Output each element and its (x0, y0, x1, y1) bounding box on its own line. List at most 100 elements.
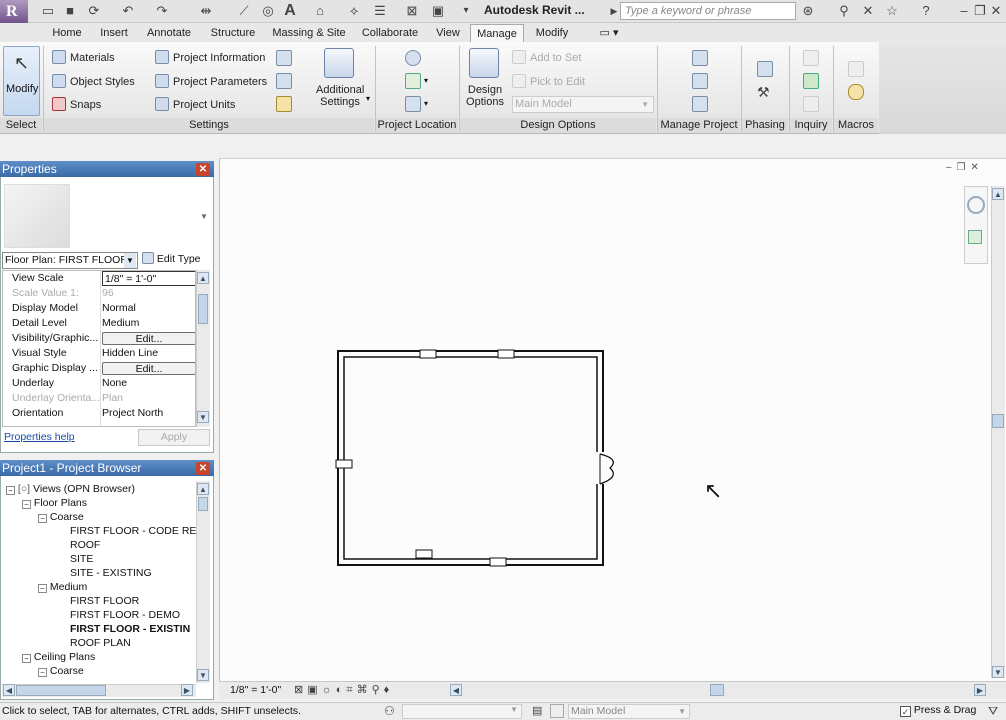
object-styles-button[interactable]: Object Styles (52, 74, 135, 88)
scroll-thumb[interactable] (198, 294, 208, 324)
project-browser-close-button[interactable]: ✕ (196, 462, 210, 475)
project-parameters-button[interactable]: Project Parameters (155, 74, 267, 88)
graphic-display-edit-button[interactable]: Edit... (102, 362, 195, 375)
canvas-scroll-up-icon[interactable]: ▲ (992, 188, 1004, 200)
tab-massing-site[interactable]: Massing & Site (270, 24, 348, 42)
tree-leaf-site[interactable]: SITE (70, 552, 93, 566)
switch-windows-icon[interactable]: ▣ (430, 3, 446, 19)
starting-view-icon[interactable] (692, 96, 708, 112)
coordinates-dropdown-icon[interactable]: ▾ (424, 76, 428, 85)
shared-parameters-icon[interactable] (276, 50, 292, 66)
pick-to-edit-button[interactable]: Pick to Edit (512, 74, 585, 88)
project-units-button[interactable]: Project Units (155, 97, 235, 111)
scroll-down-icon[interactable]: ▼ (197, 411, 209, 423)
design-options-icon[interactable] (469, 48, 499, 78)
tree-node-views[interactable]: − [○] Views (OPN Browser) (6, 482, 135, 496)
tree-leaf-first-floor[interactable]: FIRST FLOOR (70, 594, 139, 608)
edit-type-button[interactable]: Edit Type (142, 252, 210, 269)
browser-h-thumb[interactable] (16, 685, 106, 696)
manage-project-panel-label[interactable]: Manage Project (658, 118, 740, 133)
tree-leaf-first-floor-code-review[interactable]: FIRST FLOOR - CODE REVI (70, 524, 196, 538)
measure-icon[interactable]: ⇹ (198, 3, 214, 19)
ribbon-minimize-toggle[interactable]: ▭ ▾ (596, 24, 622, 42)
review-warnings-icon[interactable] (803, 73, 819, 89)
ids-of-selection-icon[interactable] (803, 50, 819, 66)
demolish-hammer-icon[interactable]: ⚒ (757, 84, 770, 101)
purge-unused-icon[interactable] (276, 96, 292, 112)
tree-leaf-roof[interactable]: ROOF (70, 538, 100, 552)
sync-icon[interactable]: ⟳ (86, 3, 102, 19)
position-dropdown-icon[interactable]: ▾ (424, 99, 428, 108)
tree-leaf-roof-plan[interactable]: ROOF PLAN (70, 636, 131, 650)
tab-collaborate[interactable]: Collaborate (358, 24, 422, 42)
coordinates-icon[interactable] (405, 73, 421, 89)
tab-insert[interactable]: Insert (95, 24, 133, 42)
redo-icon[interactable]: ↷ (154, 3, 170, 19)
tree-node-medium[interactable]: − Medium (38, 580, 87, 594)
canvas-v-scrollbar[interactable] (991, 186, 1005, 678)
macro-manager-icon[interactable] (848, 61, 864, 77)
customize-qat-icon[interactable]: ▾ (458, 3, 474, 19)
manage-images-icon[interactable] (692, 73, 708, 89)
press-drag-checkbox[interactable]: ✓ Press & Drag (900, 704, 976, 717)
browser-scroll-down-icon[interactable]: ▼ (197, 669, 209, 681)
type-selector-dropdown[interactable]: Floor Plan: FIRST FLOOR ▼ (2, 252, 138, 269)
browser-scroll-left-icon[interactable]: ◀ (3, 684, 15, 696)
settings-panel-label[interactable]: Settings (44, 118, 374, 133)
minimize-icon[interactable]: – (956, 3, 972, 19)
modify-button[interactable]: ↖ Modify (3, 46, 40, 116)
design-option-select[interactable]: Main Model ▼ (512, 96, 654, 113)
macros-panel-label[interactable]: Macros (834, 118, 878, 133)
subscription-icon[interactable]: ⚲ (836, 3, 852, 19)
filter-icon[interactable]: ⛛ (988, 704, 998, 719)
properties-help-link[interactable]: Properties help (4, 431, 75, 443)
keyword-search-input[interactable]: Type a keyword or phrase (620, 2, 796, 20)
dimension-icon[interactable]: ⟋ (236, 3, 252, 19)
design-options-panel-label[interactable]: Design Options (460, 118, 656, 133)
tree-node-ceiling-plans[interactable]: − Ceiling Plans (22, 650, 95, 664)
design-options-button[interactable]: Design Options (463, 84, 507, 108)
manage-links-icon[interactable] (692, 50, 708, 66)
additional-settings-button[interactable]: Additional Settings (316, 84, 364, 108)
apply-button[interactable]: Apply (138, 429, 210, 446)
phases-icon[interactable] (757, 61, 773, 77)
tab-modify[interactable]: Modify (532, 24, 572, 42)
browser-v-scrollbar[interactable] (196, 481, 210, 683)
favorites-star-icon[interactable]: ☆ (884, 3, 900, 19)
properties-close-button[interactable]: ✕ (196, 163, 210, 176)
browser-scroll-right-icon[interactable]: ▶ (181, 684, 193, 696)
view-scroll-left-icon[interactable]: ◀ (450, 684, 462, 696)
view-control-icons[interactable]: ⊠▣☼◐⌗⌘⚲♦ (294, 683, 393, 697)
tree-leaf-first-floor-demo[interactable]: FIRST FLOOR - DEMO (70, 608, 180, 622)
undo-icon[interactable]: ↶ (120, 3, 136, 19)
steering-wheel-icon[interactable] (967, 196, 985, 214)
floor-plan-drawing[interactable] (330, 344, 630, 574)
zoom-icon[interactable] (968, 230, 982, 244)
view-scale-control[interactable]: 1/8" = 1'-0" (230, 684, 281, 696)
transfer-standards-icon[interactable] (276, 73, 292, 89)
scroll-up-icon[interactable]: ▲ (197, 272, 209, 284)
select-by-id-icon[interactable] (803, 96, 819, 112)
open-icon[interactable]: ▭ (40, 3, 56, 19)
select-panel-label[interactable]: Select (0, 118, 42, 133)
type-preview-dropdown-icon[interactable]: ▼ (200, 212, 208, 221)
design-options-status-icon[interactable]: ▤ (532, 704, 542, 717)
browser-scroll-up-icon[interactable]: ▲ (197, 483, 209, 495)
view-scroll-right-icon[interactable]: ▶ (974, 684, 986, 696)
snaps-button[interactable]: Snaps (52, 97, 101, 111)
tab-annotate[interactable]: Annotate (144, 24, 194, 42)
save-icon[interactable]: ■ (62, 3, 78, 19)
editable-only-icon[interactable] (550, 704, 564, 718)
tab-view[interactable]: View (432, 24, 464, 42)
thin-lines-icon[interactable]: ☰ (372, 3, 388, 19)
tree-leaf-site-existing[interactable]: SITE - EXISTING (70, 566, 152, 580)
close-icon[interactable]: ✕ (988, 3, 1004, 19)
tag-icon[interactable]: ◎ (260, 3, 276, 19)
section-icon[interactable]: ⟡ (346, 3, 362, 19)
communication-center-icon[interactable]: ✕ (860, 3, 876, 19)
materials-button[interactable]: Materials (52, 50, 115, 64)
search-binoculars-icon[interactable]: ⊛ (800, 3, 816, 19)
tree-leaf-first-floor-existing-active[interactable]: FIRST FLOOR - EXISTIN (70, 622, 190, 636)
tab-home[interactable]: Home (48, 24, 86, 42)
phasing-panel-label[interactable]: Phasing (742, 118, 788, 133)
